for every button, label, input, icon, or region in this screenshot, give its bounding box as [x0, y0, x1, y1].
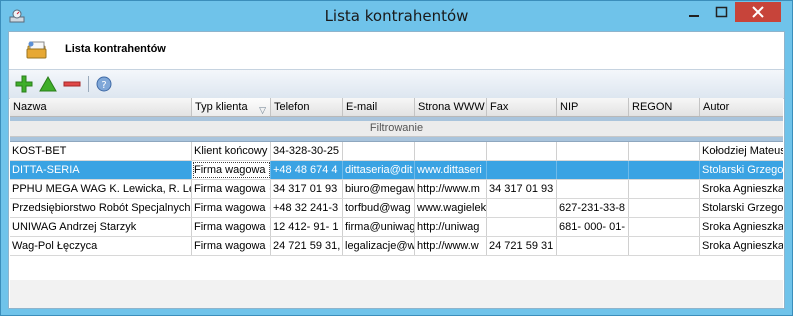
cell-nazwa[interactable]: KOST-BET — [10, 142, 192, 160]
cell-email[interactable] — [343, 142, 415, 160]
cell-fax[interactable] — [487, 142, 557, 160]
column-label: Typ klienta — [195, 101, 248, 113]
cell-strona-www[interactable]: http://www.m — [415, 180, 487, 198]
cell-telefon[interactable]: 34 317 01 93 — [271, 180, 343, 198]
minimize-button[interactable] — [680, 2, 708, 22]
toolbar-separator — [88, 76, 89, 92]
cell-typ-klienta[interactable]: Firma wagowa · — [192, 218, 271, 236]
cell-fax[interactable] — [487, 199, 557, 217]
cell-email[interactable]: dittaseria@dit — [343, 161, 415, 179]
cell-telefon[interactable]: 24 721 59 31, — [271, 237, 343, 255]
cell-autor[interactable]: Stolarski Grzegor — [700, 199, 783, 217]
cell-fax[interactable]: 24 721 59 31 — [487, 237, 557, 255]
column-email[interactable]: E-mail — [343, 98, 415, 116]
column-fax[interactable]: Fax — [487, 98, 557, 116]
column-regon[interactable]: REGON — [629, 98, 700, 116]
column-strona-www[interactable]: Strona WWW — [415, 98, 487, 116]
table-row[interactable]: PPHU MEGA WAG K. Lewicka, R. Lew Firma w… — [10, 180, 783, 199]
cell-email[interactable]: legalizacje@w — [343, 237, 415, 255]
close-button[interactable] — [735, 2, 781, 22]
cell-strona-www[interactable]: www.dittaseri — [415, 161, 487, 179]
cell-regon[interactable] — [629, 180, 700, 198]
cell-regon[interactable] — [629, 199, 700, 217]
window-title: Lista kontrahentów — [324, 7, 469, 25]
title-bar[interactable]: Lista kontrahentów — [1, 1, 792, 31]
table-row[interactable]: Wag-Pol Łęczyca Firma wagowa · 24 721 59… — [10, 237, 783, 256]
cell-email[interactable]: biuro@megaw — [343, 180, 415, 198]
table-row-selected[interactable]: DITTA-SERIA Firma wagowa · +48 48 674 4 … — [10, 161, 783, 180]
cell-strona-www[interactable]: http://uniwag — [415, 218, 487, 236]
cell-telefon[interactable]: +48 32 241-3 — [271, 199, 343, 217]
cell-regon[interactable] — [629, 142, 700, 160]
cell-fax[interactable]: 34 317 01 93 — [487, 180, 557, 198]
edit-icon[interactable] — [39, 75, 57, 93]
cell-nip[interactable] — [557, 237, 629, 255]
cell-strona-www[interactable]: www.wagielek — [415, 199, 487, 217]
cell-nip[interactable] — [557, 180, 629, 198]
table-row[interactable]: Przedsiębiorstwo Robót Specjalnych Firma… — [10, 199, 783, 218]
column-telefon[interactable]: Telefon — [271, 98, 343, 116]
grid-empty-area[interactable] — [10, 280, 783, 308]
table-row[interactable]: UNIWAG Andrzej Starzyk Firma wagowa · 12… — [10, 218, 783, 237]
cell-nazwa[interactable]: DITTA-SERIA — [10, 161, 192, 179]
cell-strona-www[interactable] — [415, 142, 487, 160]
column-typ-klienta[interactable]: Typ klienta ▽ — [192, 98, 271, 116]
cell-telefon[interactable]: +48 48 674 4 — [271, 161, 343, 179]
maximize-button[interactable] — [708, 2, 735, 22]
cell-nazwa[interactable]: UNIWAG Andrzej Starzyk — [10, 218, 192, 236]
cell-nazwa[interactable]: PPHU MEGA WAG K. Lewicka, R. Lew — [10, 180, 192, 198]
cell-fax[interactable] — [487, 161, 557, 179]
add-icon[interactable] — [15, 75, 33, 93]
cell-autor[interactable]: Stolarski Grzegor — [700, 161, 783, 179]
cell-fax[interactable] — [487, 218, 557, 236]
cell-telefon[interactable]: 12 412- 91- 1 — [271, 218, 343, 236]
delete-icon[interactable] — [63, 75, 81, 93]
contractors-icon — [26, 41, 47, 59]
column-nazwa[interactable]: Nazwa — [10, 98, 192, 116]
cell-regon[interactable] — [629, 161, 700, 179]
header-title: Lista kontrahentów — [65, 43, 166, 55]
cell-nip[interactable] — [557, 142, 629, 160]
grid-header: Nazwa Typ klienta ▽ Telefon E-mail Stron… — [10, 98, 783, 117]
cell-typ-klienta[interactable]: Firma wagowa · — [192, 237, 271, 255]
table-row[interactable]: KOST-BET Klient końcowy 34-328-30-25 Koł… — [10, 142, 783, 161]
window-content: Lista kontrahentów ? Nazwa Typ klienta ▽… — [8, 31, 785, 309]
cell-strona-www[interactable]: http://www.w — [415, 237, 487, 255]
help-icon[interactable]: ? — [95, 75, 113, 93]
cell-typ-klienta-focused[interactable]: Firma wagowa · — [192, 161, 271, 179]
column-autor[interactable]: Autor — [700, 98, 783, 116]
cell-typ-klienta[interactable]: Klient końcowy — [192, 142, 271, 160]
column-nip[interactable]: NIP — [557, 98, 629, 116]
close-icon — [752, 6, 764, 18]
maximize-icon — [715, 6, 728, 18]
cell-nip[interactable]: 627-231-33-8 — [557, 199, 629, 217]
cell-nazwa[interactable]: Wag-Pol Łęczyca — [10, 237, 192, 255]
cell-autor[interactable]: Kołodziej Mateus — [700, 142, 783, 160]
app-window: Lista kontrahentów Lista kontrahentów ? … — [0, 0, 793, 316]
cell-nip[interactable]: 681- 000- 01- — [557, 218, 629, 236]
header-panel: Lista kontrahentów — [9, 32, 784, 68]
cell-regon[interactable] — [629, 218, 700, 236]
filter-funnel-icon[interactable]: ▽ — [259, 101, 266, 116]
cell-email[interactable]: torfbud@wag — [343, 199, 415, 217]
cell-typ-klienta[interactable]: Firma wagowa · — [192, 199, 271, 217]
cell-nazwa[interactable]: Przedsiębiorstwo Robót Specjalnych — [10, 199, 192, 217]
cell-autor[interactable]: Sroka Agnieszka — [700, 237, 783, 255]
cell-email[interactable]: firma@uniwag — [343, 218, 415, 236]
cell-autor[interactable]: Sroka Agnieszka — [700, 180, 783, 198]
cell-nip[interactable] — [557, 161, 629, 179]
minimize-icon — [689, 15, 699, 17]
cell-telefon[interactable]: 34-328-30-25 — [271, 142, 343, 160]
svg-text:?: ? — [101, 80, 106, 91]
toolbar: ? — [9, 69, 784, 99]
filter-row[interactable]: Filtrowanie — [10, 121, 783, 137]
contractors-grid: Nazwa Typ klienta ▽ Telefon E-mail Stron… — [10, 98, 783, 256]
cell-regon[interactable] — [629, 237, 700, 255]
cell-typ-klienta[interactable]: Firma wagowa · — [192, 180, 271, 198]
cell-autor[interactable]: Sroka Agnieszka — [700, 218, 783, 236]
